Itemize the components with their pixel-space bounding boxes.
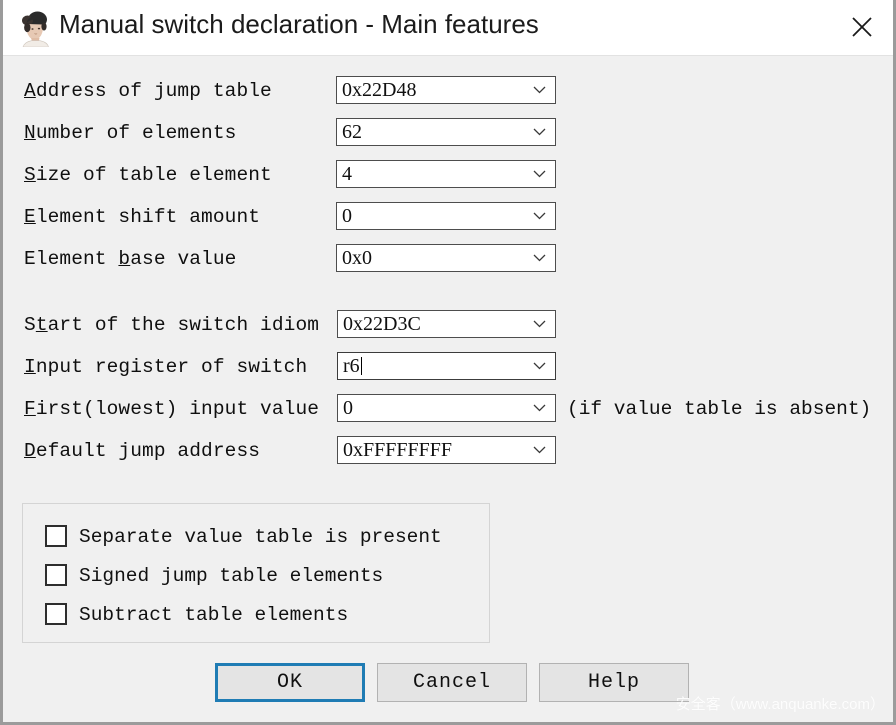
watermark: 安全客（www.anquanke.com）	[676, 693, 885, 714]
row-number-of-elements: Number of elements 62	[3, 118, 896, 148]
chevron-down-icon	[533, 254, 546, 262]
help-button[interactable]: Help	[539, 663, 689, 702]
accel-letter: E	[24, 206, 36, 228]
ida-lovelace-icon	[17, 9, 53, 47]
chevron-down-icon	[533, 170, 546, 178]
chevron-down-icon	[533, 128, 546, 136]
combo-value: 0	[343, 395, 353, 422]
row-element-shift-amount: Element shift amount 0	[3, 202, 896, 232]
combo-value: r6	[343, 353, 362, 380]
ok-button[interactable]: OK	[215, 663, 365, 702]
combo-input-register-of-switch[interactable]: r6	[337, 352, 556, 380]
combo-value: 4	[342, 161, 352, 188]
accel-letter: t	[36, 314, 48, 336]
combo-address-of-jump-table[interactable]: 0x22D48	[336, 76, 556, 104]
hint-value-table-absent: (if value table is absent)	[567, 394, 871, 424]
checkbox-box[interactable]	[45, 564, 67, 586]
combo-size-of-table-element[interactable]: 4	[336, 160, 556, 188]
options-group-box: Separate value table is present Signed j…	[22, 503, 490, 643]
combo-value: 0x22D3C	[343, 311, 421, 338]
row-first-lowest-input-value: First(lowest) input value 0 (if value ta…	[3, 394, 896, 424]
chevron-down-icon	[533, 86, 546, 94]
label-size-of-table-element: Size of table element	[24, 160, 272, 190]
label-number-of-elements: Number of elements	[24, 118, 236, 148]
chevron-down-icon	[533, 446, 546, 454]
row-default-jump-address: Default jump address 0xFFFFFFFF	[3, 436, 896, 466]
chevron-down-icon	[533, 404, 546, 412]
combo-default-jump-address[interactable]: 0xFFFFFFFF	[337, 436, 556, 464]
manual-switch-declaration-dialog: Manual switch declaration - Main feature…	[0, 0, 896, 725]
combo-start-of-switch-idiom[interactable]: 0x22D3C	[337, 310, 556, 338]
row-size-of-table-element: Size of table element 4	[3, 160, 896, 190]
accel-letter: F	[24, 398, 36, 420]
accel-letter: A	[24, 80, 36, 102]
label-start-of-switch-idiom: Start of the switch idiom	[24, 310, 319, 340]
chevron-down-icon	[533, 212, 546, 220]
row-start-of-switch-idiom: Start of the switch idiom 0x22D3C	[3, 310, 896, 340]
accel-letter: b	[118, 248, 130, 270]
checkbox-box[interactable]	[45, 525, 67, 547]
combo-value: 0xFFFFFFFF	[343, 437, 452, 464]
combo-value: 0	[342, 203, 352, 230]
label-input-register-of-switch: Input register of switch	[24, 352, 307, 382]
label-element-shift-amount: Element shift amount	[24, 202, 260, 232]
cancel-button[interactable]: Cancel	[377, 663, 527, 702]
close-icon[interactable]	[831, 0, 893, 54]
row-element-base-value: Element base value 0x0	[3, 244, 896, 274]
checkbox-label: Signed jump table elements	[79, 563, 383, 589]
accel-letter: S	[24, 164, 36, 186]
combo-number-of-elements[interactable]: 62	[336, 118, 556, 146]
combo-first-lowest-input-value[interactable]: 0	[337, 394, 556, 422]
combo-value: 0x22D48	[342, 77, 416, 104]
label-default-jump-address: Default jump address	[24, 436, 260, 466]
row-input-register-of-switch: Input register of switch r6	[3, 352, 896, 382]
checkbox-label: Separate value table is present	[79, 524, 442, 550]
checkbox-box[interactable]	[45, 603, 67, 625]
chevron-down-icon	[533, 362, 546, 370]
accel-letter: D	[24, 440, 36, 462]
combo-element-shift-amount[interactable]: 0	[336, 202, 556, 230]
chevron-down-icon	[533, 320, 546, 328]
accel-letter: N	[24, 122, 36, 144]
title-bar: Manual switch declaration - Main feature…	[3, 0, 893, 56]
combo-value: 62	[342, 119, 362, 146]
window-title: Manual switch declaration - Main feature…	[59, 9, 539, 40]
combo-value-text: r6	[343, 355, 360, 377]
combo-value: 0x0	[342, 245, 372, 272]
label-element-base-value: Element base value	[24, 244, 236, 274]
label-address-of-jump-table: Address of jump table	[24, 76, 272, 106]
accel-letter: I	[24, 356, 36, 378]
text-caret	[361, 357, 362, 375]
row-address-of-jump-table: Address of jump table 0x22D48	[3, 76, 896, 106]
combo-element-base-value[interactable]: 0x0	[336, 244, 556, 272]
checkbox-label: Subtract table elements	[79, 602, 348, 628]
label-first-lowest-input-value: First(lowest) input value	[24, 394, 319, 424]
